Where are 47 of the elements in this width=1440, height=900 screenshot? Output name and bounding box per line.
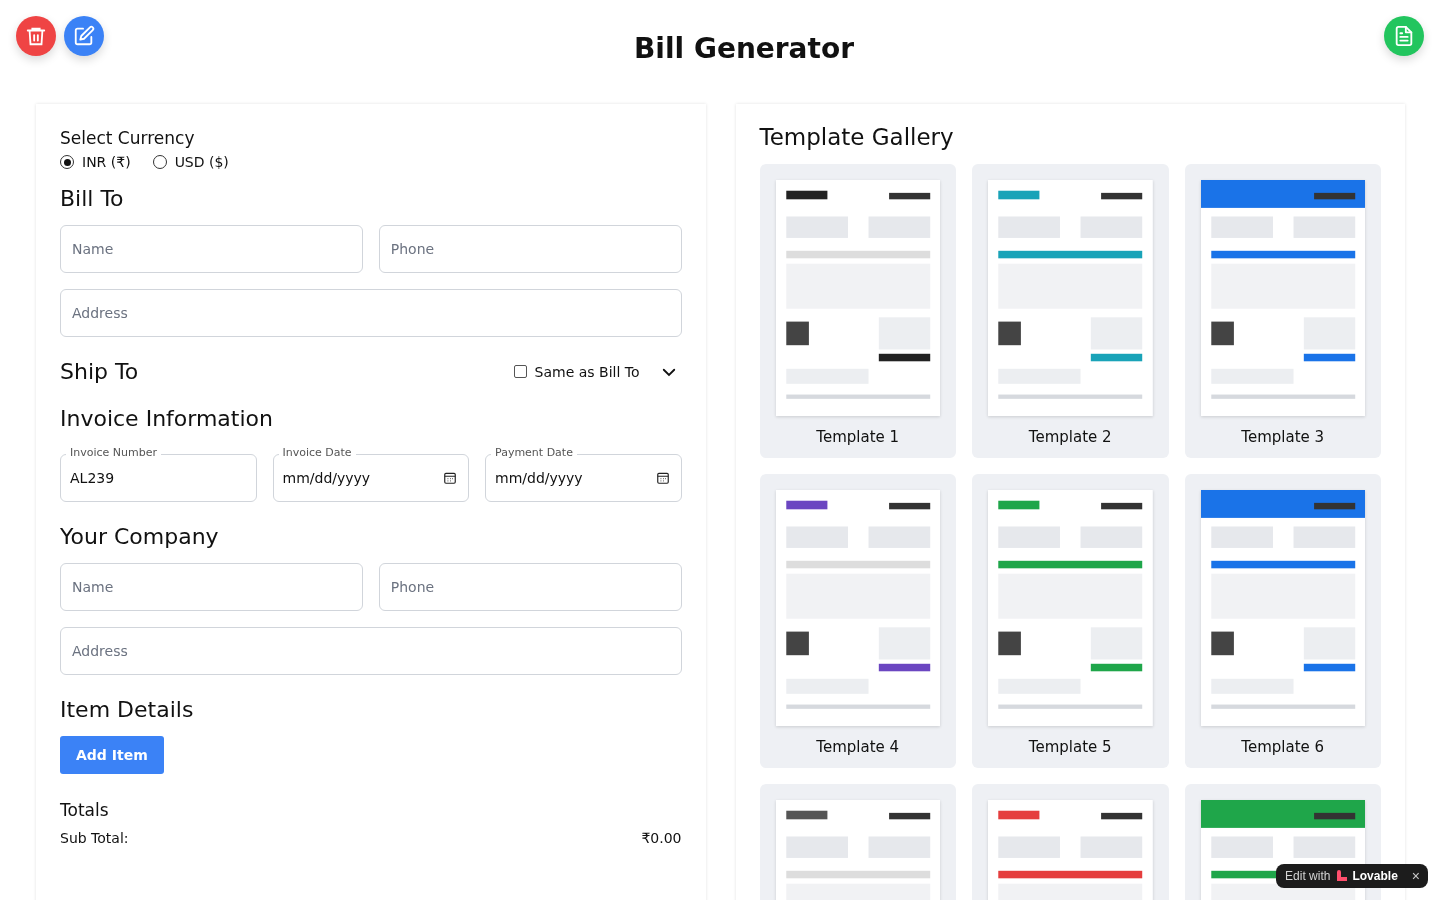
- delete-button[interactable]: [16, 16, 56, 56]
- template-card[interactable]: Template 5: [972, 474, 1169, 768]
- template-card[interactable]: Template 1: [759, 164, 956, 458]
- gallery-title: Template Gallery: [759, 124, 955, 150]
- edit-badge[interactable]: Edit with Lovable ×: [1276, 864, 1428, 888]
- template-label: Template 5: [1028, 738, 1112, 756]
- currency-label: Select Currency: [60, 128, 196, 148]
- address-field[interactable]: Address: [60, 289, 682, 337]
- section-title: Ship To: [60, 359, 139, 384]
- calendar-icon[interactable]: [443, 471, 457, 485]
- calendar-icon[interactable]: [655, 471, 670, 485]
- template-card[interactable]: Template 6: [1184, 474, 1381, 768]
- same-as-checkbox[interactable]: Same as Bill To: [513, 363, 640, 380]
- template-card[interactable]: Template 2: [972, 164, 1169, 458]
- name-field[interactable]: Name: [60, 563, 363, 611]
- invoice-field[interactable]: Payment Date mm/dd/yyyy: [485, 445, 682, 502]
- template-label: Template 6: [1241, 738, 1325, 756]
- template-label: Template 2: [1028, 428, 1112, 446]
- invoice-field[interactable]: Invoice Date mm/dd/yyyy: [272, 445, 469, 502]
- template-card[interactable]: Template 3: [1184, 164, 1381, 458]
- section-title: Item Details: [60, 697, 195, 722]
- name-field[interactable]: Name: [60, 225, 363, 273]
- totals-title: Totals: [60, 800, 110, 820]
- section-title: Your Company: [60, 524, 220, 549]
- currency-option[interactable]: USD ($): [152, 154, 229, 170]
- phone-field[interactable]: Phone: [378, 563, 682, 611]
- template-label: Template 4: [816, 738, 900, 756]
- document-icon: [1393, 25, 1415, 47]
- phone-field[interactable]: Phone: [378, 225, 682, 273]
- edit-button[interactable]: [64, 16, 104, 56]
- trash-icon: [25, 25, 47, 47]
- section-title: Invoice Information: [60, 406, 274, 431]
- invoice-field[interactable]: Invoice Number AL239: [60, 445, 257, 502]
- address-field[interactable]: Address: [60, 627, 682, 675]
- template-card[interactable]: Template 4: [759, 474, 956, 768]
- total-value: ₹0.00: [641, 830, 682, 846]
- template-label: Template 3: [1241, 428, 1325, 446]
- template-label: Template 1: [816, 428, 900, 446]
- currency-option[interactable]: INR (₹): [60, 154, 131, 170]
- page-title: Bill Generator: [634, 32, 854, 65]
- edit-icon: [73, 25, 95, 47]
- badge-label: Edit with: [1285, 869, 1331, 883]
- add-item-button[interactable]: Add Item: [60, 736, 164, 774]
- total-label: Sub Total:: [60, 830, 129, 846]
- badge-brand: Lovable: [1352, 869, 1398, 883]
- close-button[interactable]: ×: [1409, 868, 1422, 884]
- section-title: Bill To: [60, 186, 125, 211]
